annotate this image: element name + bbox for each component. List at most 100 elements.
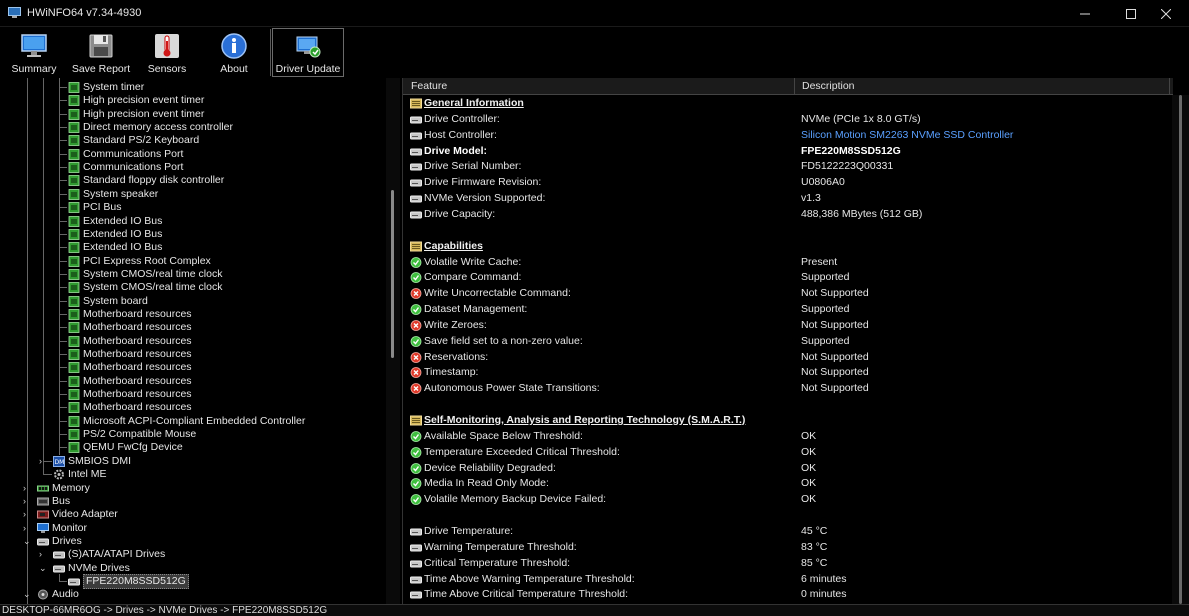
tree-item-label: Motherboard resources [83,334,192,347]
chevron-right-icon[interactable]: › [23,496,26,506]
tree-item-device[interactable]: System CMOS/real time clock [68,281,222,294]
tree-item-selected-drive[interactable]: FPE220M8SSD512G [68,573,189,589]
details-scrollbar-thumb[interactable] [1179,95,1182,604]
chevron-down-icon[interactable]: ⌄ [39,563,47,573]
table-row[interactable]: Critical Temperature Threshold: 85 °C [403,556,1173,571]
tree-item-device[interactable]: QEMU FwCfg Device [68,441,183,454]
table-row[interactable]: Time Above Warning Temperature Threshold… [403,572,1173,587]
device-icon [68,82,80,93]
table-row[interactable]: Timestamp: Not Supported [403,365,1173,380]
section-header[interactable]: Capabilities [403,239,1173,254]
tree-item-category[interactable]: Drives [37,535,82,548]
table-row[interactable]: Dataset Management: Supported [403,302,1173,317]
tree-item-drive-type[interactable]: (S)ATA/ATAPI Drives [53,548,165,561]
tree-item-device[interactable]: Direct memory access controller [68,121,233,134]
table-row[interactable]: Drive Temperature: 45 °C [403,524,1173,539]
table-row[interactable]: Available Space Below Threshold: OK [403,429,1173,444]
tree-item-device[interactable]: System CMOS/real time clock [68,268,222,281]
tree-item-device[interactable]: Motherboard resources [68,308,192,321]
tree-item-intel-me[interactable]: Intel ME [53,468,107,481]
chevron-down-icon[interactable]: ⌄ [23,589,31,599]
tree-item-device[interactable]: Extended IO Bus [68,241,162,254]
table-row[interactable]: NVMe Version Supported: v1.3 [403,191,1173,206]
chevron-right-icon[interactable]: › [39,549,42,559]
summary-button[interactable]: Summary [8,29,60,77]
section-header[interactable]: Self-Monitoring, Analysis and Reporting … [403,413,1173,428]
table-row[interactable]: Drive Capacity: 488,386 MBytes (512 GB) [403,207,1173,222]
tree-item-device[interactable]: Motherboard resources [68,401,192,414]
table-row[interactable]: Volatile Memory Backup Device Failed: OK [403,492,1173,507]
table-row[interactable]: Write Uncorrectable Command: Not Supporte… [403,286,1173,301]
tree-item-device[interactable]: Motherboard resources [68,321,192,334]
tree-item-device[interactable]: PCI Bus [68,201,122,214]
device-tree[interactable]: System timer High precision event timer Hi… [0,78,400,604]
tree-item-device[interactable]: Microsoft ACPI-Compliant Embedded Contro… [68,415,305,428]
drive-icon [410,195,422,203]
description-column-header[interactable]: Description [796,78,1170,95]
tree-item-device[interactable]: Motherboard resources [68,388,192,401]
save-report-button[interactable]: Save Report [70,29,132,77]
feature-text: Write Zeroes: [424,318,487,331]
tree-item-device[interactable]: PCI Express Root Complex [68,255,211,268]
chevron-right-icon[interactable]: › [23,483,26,493]
sensors-button[interactable]: Sensors [142,29,192,77]
tree-item-device[interactable]: Extended IO Bus [68,215,162,228]
minimize-button[interactable] [1062,0,1108,27]
tree-item-device[interactable]: Motherboard resources [68,335,192,348]
table-row[interactable]: Host Controller: Silicon Motion SM2263 NV… [403,128,1173,143]
feature-column-header[interactable]: Feature [403,78,795,95]
tree-item-category[interactable]: Memory [37,482,90,495]
table-row[interactable]: Autonomous Power State Transitions: Not S… [403,381,1173,396]
table-row[interactable]: Warning Temperature Threshold: 83 °C [403,540,1173,555]
table-row[interactable]: Reservations: Not Supported [403,350,1173,365]
tree-item-device[interactable]: System timer [68,81,144,94]
tree-item-device[interactable]: Communications Port [68,161,183,174]
tree-item-device[interactable]: Motherboard resources [68,375,192,388]
toolbar-separator [270,29,271,76]
drive-icon [410,576,422,583]
tree-item-device[interactable]: High precision event timer [68,94,204,107]
tree-item-device[interactable]: Communications Port [68,148,183,161]
tree-item-audio[interactable]: Audio [37,588,79,601]
tree-item-device[interactable]: Motherboard resources [68,348,192,361]
table-row[interactable]: Device Reliability Degraded: OK [403,461,1173,476]
chevron-right-icon[interactable]: › [23,509,26,519]
description-text[interactable]: Silicon Motion SM2263 NVMe SSD Controlle… [801,128,1013,143]
table-row[interactable]: Compare Command: Supported [403,270,1173,285]
driver-update-button[interactable]: Driver Update [275,29,341,77]
tree-item-device[interactable]: Standard floppy disk controller [68,174,224,187]
table-row[interactable]: Volatile Write Cache: Present [403,255,1173,270]
check-icon [410,446,422,458]
tree-item-drive-type[interactable]: NVMe Drives [53,562,130,575]
table-row[interactable]: Save field set to a non-zero value: Suppo… [403,334,1173,349]
about-button[interactable]: About [208,29,260,77]
tree-item-device[interactable]: System speaker [68,188,158,201]
tree-item-category[interactable]: Bus [37,495,70,508]
table-row[interactable]: Media In Read Only Mode: OK [403,476,1173,491]
tree-scrollbar-thumb[interactable] [391,190,394,358]
table-row[interactable]: Drive Model: FPE220M8SSD512G [403,144,1173,159]
section-header[interactable]: General Information [403,96,1173,111]
chevron-right-icon[interactable]: › [23,523,26,533]
details-scrollbar[interactable] [1172,95,1189,604]
tree-item-category[interactable]: Video Adapter [37,508,118,521]
tree-scrollbar[interactable] [386,78,400,604]
tree-item-device[interactable]: High precision event timer [68,108,204,121]
table-row[interactable]: Drive Serial Number: FD5122223Q00331 [403,159,1173,174]
tree-item-device[interactable]: System board [68,295,148,308]
tree-item-device[interactable]: PS/2 Compatible Mouse [68,428,196,441]
tree-item-category[interactable]: Monitor [37,522,87,535]
table-row[interactable]: Temperature Exceeded Critical Threshold:… [403,445,1173,460]
chevron-down-icon[interactable]: ⌄ [23,536,31,546]
tree-item-device[interactable]: Standard PS/2 Keyboard [68,134,199,147]
tree-item-smbios[interactable]: DM SMBIOS DMI [53,455,131,468]
table-row[interactable]: Drive Firmware Revision: U0806A0 [403,175,1173,190]
close-button[interactable] [1143,0,1189,27]
tree-item-device[interactable]: Extended IO Bus [68,228,162,241]
table-row[interactable]: Write Zeroes: Not Supported [403,318,1173,333]
chevron-right-icon[interactable]: › [39,456,42,466]
tree-item-device[interactable]: Motherboard resources [68,361,192,374]
device-icon [68,228,80,240]
table-row[interactable]: Time Above Critical Temperature Threshol… [403,587,1173,602]
table-row[interactable]: Drive Controller: NVMe (PCIe 1x 8.0 GT/s) [403,112,1173,127]
